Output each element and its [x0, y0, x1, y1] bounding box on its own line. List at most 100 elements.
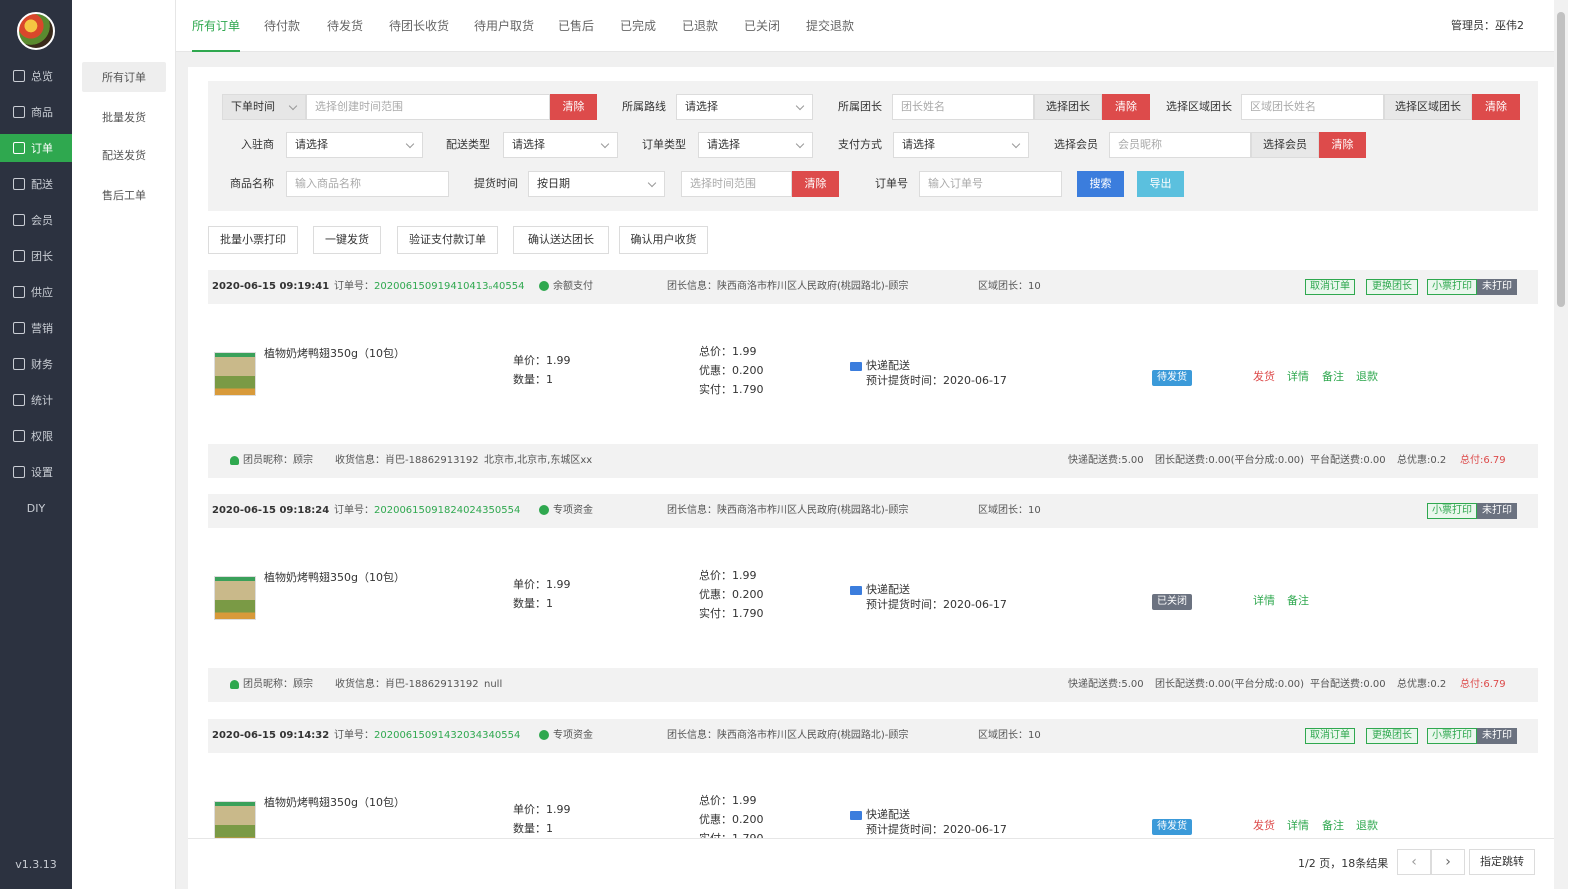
version-label: v1.3.13 [15, 858, 57, 871]
subnav-batch-ship[interactable]: 批量发货 [82, 102, 166, 132]
receipt-print-button[interactable]: 小票打印 [1427, 503, 1477, 519]
subnav-after-sales[interactable]: 售后工单 [82, 180, 166, 210]
clear-region-button[interactable]: 清除 [1472, 94, 1520, 120]
sidebar-item-marketing[interactable]: 营销 [0, 314, 72, 342]
goods-name-input[interactable]: 输入商品名称 [286, 171, 449, 197]
refund-link[interactable]: 退款 [1356, 817, 1378, 835]
cancel-order-button[interactable]: 取消订单 [1305, 279, 1355, 295]
order-no-input[interactable]: 输入订单号 [919, 171, 1062, 197]
pagination-bar: 1/2 页，18条结果 ‹ › 指定跳转 [188, 838, 1554, 889]
tab-all-orders[interactable]: 所有订单 [192, 0, 241, 52]
tab-pending-payment[interactable]: 待付款 [264, 0, 300, 52]
one-click-ship-button[interactable]: 一键发货 [313, 226, 381, 254]
verify-paid-orders-button[interactable]: 验证支付款订单 [397, 226, 498, 254]
detail-link[interactable]: 详情 [1287, 817, 1309, 835]
admin-name[interactable]: 管理员：巫伟2 [1451, 0, 1524, 52]
remark-link[interactable]: 备注 [1322, 817, 1344, 835]
leader-info: 团长信息：陕西商洛市柞川区人民政府(桃园路北)-顾宗 [667, 730, 909, 741]
choose-member-button[interactable]: 选择会员 [1251, 132, 1319, 158]
leader-info: 团长信息：陕西商洛市柞川区人民政府(桃园路北)-顾宗 [667, 505, 909, 516]
sidebar-item-settings[interactable]: 设置 [0, 458, 72, 486]
tab-closed[interactable]: 已关闭 [744, 0, 780, 52]
clear-time-button[interactable]: 清除 [550, 94, 597, 120]
supplier-select[interactable]: 请选择 [286, 132, 423, 158]
sidebar-item-delivery[interactable]: 配送 [0, 170, 72, 198]
route-select[interactable]: 请选择 [676, 94, 813, 120]
pickup-date-select[interactable]: 按日期 [528, 171, 665, 197]
batch-receipt-print-button[interactable]: 批量小票打印 [208, 226, 298, 254]
product-image[interactable] [214, 352, 256, 396]
tab-completed[interactable]: 已完成 [620, 0, 656, 52]
sidebar-item-stats[interactable]: 统计 [0, 386, 72, 414]
refund-link[interactable]: 退款 [1356, 368, 1378, 386]
order-no-label: 订单号 [875, 177, 908, 190]
confirm-user-receipt-button[interactable]: 确认用户收货 [619, 226, 708, 254]
member-nickname-input[interactable]: 会员昵称 [1109, 132, 1251, 158]
ship-link[interactable]: 发货 [1253, 368, 1275, 386]
top-tab-bar: 所有订单 待付款 待发货 待团长收货 待用户取货 已售后 已完成 已退款 已关闭… [176, 0, 1554, 52]
change-leader-button[interactable]: 更换团长 [1366, 728, 1418, 744]
subnav-all-orders[interactable]: 所有订单 [82, 62, 166, 92]
goods-name-label: 商品名称 [230, 177, 274, 190]
search-button[interactable]: 搜索 [1077, 171, 1124, 197]
tab-pending-ship[interactable]: 待发货 [327, 0, 363, 52]
order-type-select[interactable]: 请选择 [698, 132, 813, 158]
sidebar-item-member[interactable]: 会员 [0, 206, 72, 234]
tab-submit-refund[interactable]: 提交退款 [806, 0, 854, 52]
time-type-select[interactable]: 下单时间 [222, 94, 306, 120]
sidebar-item-orders[interactable]: 订单 [0, 134, 72, 162]
clear-member-button[interactable]: 清除 [1319, 132, 1366, 158]
pickup-time: 预计提货时间：2020-06-17 [866, 374, 1007, 387]
tab-pending-leader-receive[interactable]: 待团长收货 [389, 0, 449, 52]
subnav-delivery-ship[interactable]: 配送发货 [82, 140, 166, 170]
order-footer: 团员昵称：顾宗 收货信息：肖巴-18862913192 null 快递配送费:5… [208, 668, 1538, 702]
confirm-leader-delivery-button[interactable]: 确认送达团长 [513, 226, 609, 254]
remark-link[interactable]: 备注 [1322, 368, 1344, 386]
leader-name-input[interactable]: 团长姓名 [892, 94, 1034, 120]
pickup-time: 预计提货时间：2020-06-17 [866, 823, 1007, 836]
tab-refunded[interactable]: 已退款 [682, 0, 718, 52]
sidebar-item-goods[interactable]: 商品 [0, 98, 72, 126]
pickup-time-range-input[interactable]: 选择时间范围 [681, 171, 792, 197]
total-price: 总价：1.99 [699, 345, 757, 358]
scrollbar-thumb[interactable] [1557, 12, 1565, 307]
product-name[interactable]: 植物奶烤鸭翅350g（10包） [264, 794, 405, 812]
pay-method-select[interactable]: 请选择 [893, 132, 1029, 158]
tab-after-sale[interactable]: 已售后 [558, 0, 594, 52]
remark-link[interactable]: 备注 [1287, 592, 1309, 610]
receipt-print-button[interactable]: 小票打印 [1427, 279, 1477, 295]
member-label: 选择会员 [1054, 138, 1098, 151]
detail-link[interactable]: 详情 [1287, 368, 1309, 386]
choose-region-leader-button[interactable]: 选择区域团长 [1384, 94, 1472, 120]
tab-pending-user-pickup[interactable]: 待用户取货 [474, 0, 534, 52]
prev-page-button[interactable]: ‹ [1397, 849, 1431, 875]
product-name[interactable]: 植物奶烤鸭翅350g（10包） [264, 345, 405, 363]
region-leader-input[interactable]: 区域团长姓名 [1241, 94, 1384, 120]
sidebar-item-supply[interactable]: 供应 [0, 278, 72, 306]
finance-icon [13, 358, 25, 370]
clear-pickup-button[interactable]: 清除 [792, 171, 839, 197]
settings-icon [13, 466, 25, 478]
clear-leader-button[interactable]: 清除 [1102, 94, 1150, 120]
cancel-order-button[interactable]: 取消订单 [1305, 728, 1355, 744]
product-image[interactable] [214, 801, 256, 838]
choose-leader-button[interactable]: 选择团长 [1034, 94, 1102, 120]
detail-link[interactable]: 详情 [1253, 592, 1275, 610]
sidebar-item-overview[interactable]: 总览 [0, 62, 72, 90]
sidebar-item-diy[interactable]: DIY [0, 494, 72, 522]
product-image[interactable] [214, 576, 256, 620]
change-leader-button[interactable]: 更换团长 [1366, 279, 1418, 295]
jump-page-button[interactable]: 指定跳转 [1469, 849, 1535, 875]
product-name[interactable]: 植物奶烤鸭翅350g（10包） [264, 569, 405, 587]
order-time-range-input[interactable]: 选择创建时间范围 [306, 94, 550, 120]
region-leader: 区域团长：10 [978, 281, 1041, 292]
receipt-print-button[interactable]: 小票打印 [1427, 728, 1477, 744]
delivery-type-select[interactable]: 请选择 [503, 132, 618, 158]
order-number: 订单号：202006150919410413ₒ40554 [334, 281, 525, 292]
next-page-button[interactable]: › [1431, 849, 1465, 875]
ship-link[interactable]: 发货 [1253, 817, 1275, 835]
sidebar-item-leader[interactable]: 团长 [0, 242, 72, 270]
sidebar-item-finance[interactable]: 财务 [0, 350, 72, 378]
export-button[interactable]: 导出 [1137, 171, 1184, 197]
sidebar-item-permission[interactable]: 权限 [0, 422, 72, 450]
